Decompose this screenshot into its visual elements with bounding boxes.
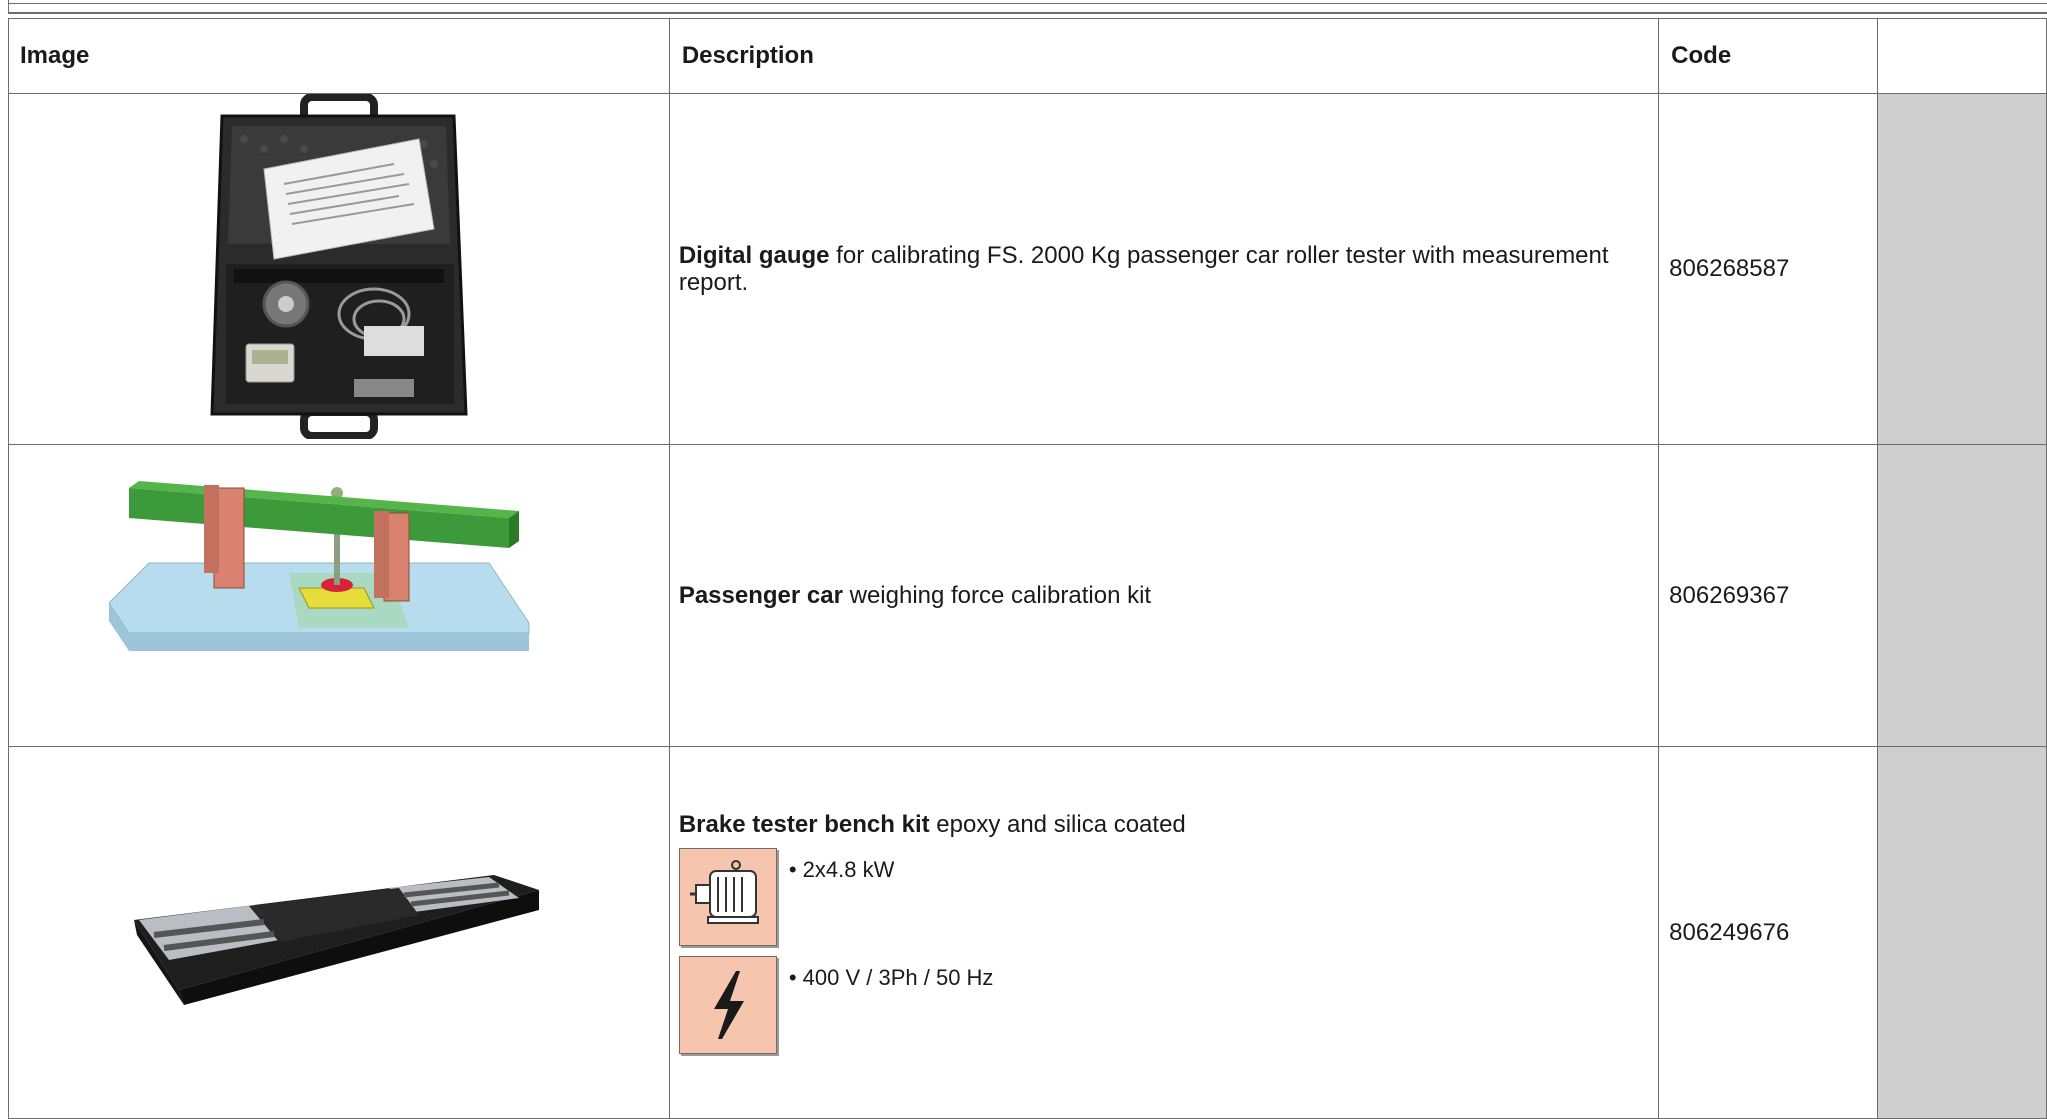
product-detail: weighing force calibration kit	[842, 582, 1152, 609]
gray-cell	[1877, 93, 2047, 445]
product-image-cell	[8, 444, 670, 747]
gray-cell	[1877, 444, 2047, 747]
brake-tester-bench-photo	[133, 875, 539, 1005]
product-code: 806268587	[1658, 93, 1879, 445]
spec-voltage-text: • 400 V / 3Ph / 50 Hz	[788, 965, 994, 990]
gray-cell	[1877, 746, 2047, 1119]
top-rule	[8, 0, 2047, 14]
header-description: Description	[668, 18, 1660, 94]
spec-power: • 2x4.8 kW	[678, 848, 1638, 946]
spec-power-text: • 2x4.8 kW	[788, 857, 895, 882]
voltage-icon	[678, 956, 777, 1054]
product-code: 806269367	[1658, 444, 1879, 747]
table-row: Passenger car weighing force calibration…	[8, 444, 2047, 747]
product-description: Digital gauge for calibrating FS. 2000 K…	[668, 93, 1660, 445]
table-row: Brake tester bench kit epoxy and silica …	[8, 746, 2047, 1119]
product-description: Passenger car weighing force calibration…	[668, 444, 1660, 747]
header-row: Image Description Code	[8, 18, 2047, 94]
header-extra	[1877, 18, 2047, 94]
product-detail: epoxy and silica coated	[929, 811, 1186, 838]
calibration-kit-drawing	[108, 481, 530, 651]
product-name: Passenger car	[678, 582, 843, 609]
motor-icon	[678, 848, 777, 946]
product-name: Brake tester bench kit	[678, 811, 930, 838]
product-image-cell	[8, 93, 670, 445]
product-name: Digital gauge	[678, 242, 830, 269]
product-table: Image Description Code Digital gauge for…	[8, 18, 2047, 1119]
gauge-case-photo	[210, 93, 468, 440]
product-image-cell	[8, 746, 670, 1119]
header-code: Code	[1658, 18, 1879, 94]
header-image: Image	[8, 18, 670, 94]
table-row: Digital gauge for calibrating FS. 2000 K…	[8, 93, 2047, 445]
product-code: 806249676	[1658, 746, 1879, 1119]
spec-voltage: • 400 V / 3Ph / 50 Hz	[678, 956, 1638, 1054]
product-description: Brake tester bench kit epoxy and silica …	[668, 746, 1660, 1119]
